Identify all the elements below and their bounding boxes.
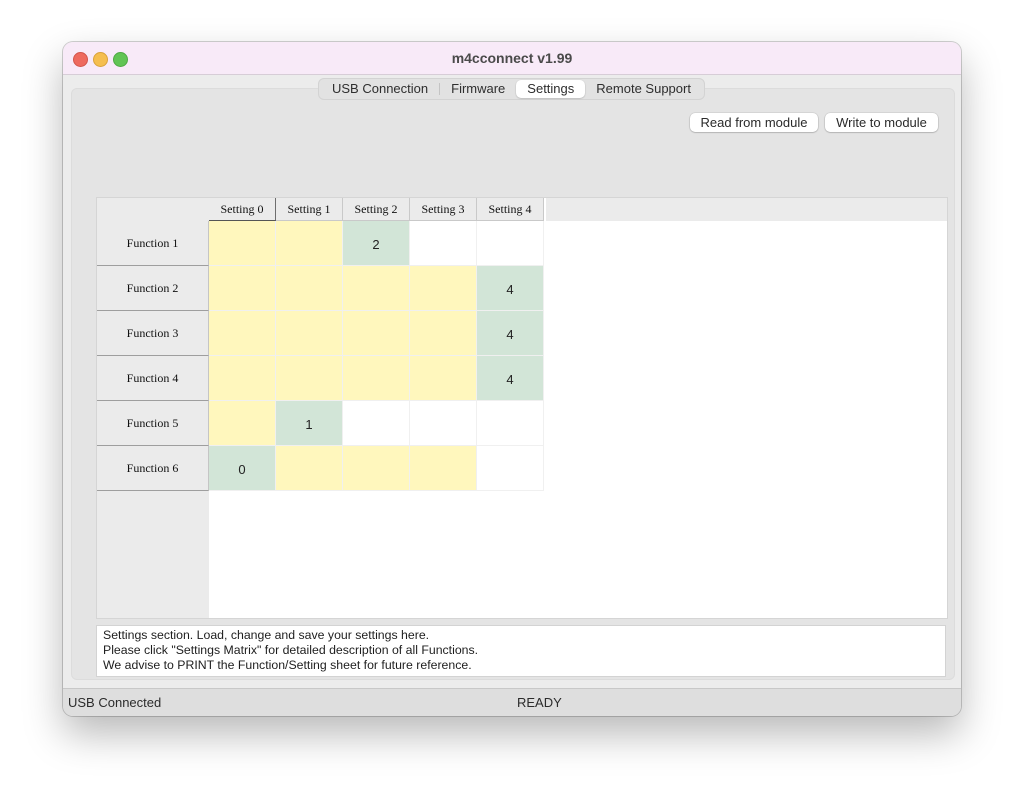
- tab-usb-connection[interactable]: USB Connection: [321, 80, 439, 98]
- matrix-cell-available[interactable]: [209, 401, 276, 446]
- tab-remote-support[interactable]: Remote Support: [585, 80, 702, 98]
- app-window: m4cconnect v1.99 USB Connection Firmware…: [63, 42, 961, 716]
- matrix-cell-available[interactable]: [410, 266, 477, 311]
- column-header[interactable]: Setting 1: [276, 198, 343, 221]
- matrix-cell-selected[interactable]: 2: [343, 221, 410, 266]
- window-title: m4cconnect v1.99: [451, 50, 573, 66]
- matrix-cell-available[interactable]: [343, 356, 410, 401]
- matrix-cell-available[interactable]: [343, 311, 410, 356]
- matrix-cell-selected[interactable]: 0: [209, 446, 276, 491]
- matrix-cell-available[interactable]: [209, 356, 276, 401]
- column-header[interactable]: Setting 2: [343, 198, 410, 221]
- matrix-cell-selected[interactable]: 4: [477, 311, 544, 356]
- status-bar: USB Connected READY: [63, 688, 961, 716]
- matrix-cell-unavailable: [410, 221, 477, 266]
- matrix-cell-available[interactable]: [209, 221, 276, 266]
- settings-matrix-grid: Setting 0 Setting 1 Setting 2 Setting 3 Sett…: [96, 197, 948, 619]
- row-header[interactable]: Function 5: [97, 401, 209, 446]
- ready-status: READY: [517, 695, 562, 710]
- matrix-cell-available[interactable]: [276, 266, 343, 311]
- matrix-cell-available[interactable]: [209, 266, 276, 311]
- header-filler: [546, 198, 947, 221]
- row-header[interactable]: Function 3: [97, 311, 209, 356]
- row-header[interactable]: Function 2: [97, 266, 209, 311]
- matrix-cell-available[interactable]: [410, 446, 477, 491]
- matrix-cell-selected[interactable]: 4: [477, 266, 544, 311]
- row-header-filler: [97, 491, 209, 618]
- matrix-cell-unavailable: [477, 446, 544, 491]
- matrix-cell-available[interactable]: [276, 356, 343, 401]
- info-line: We advise to PRINT the Function/Setting …: [103, 658, 472, 672]
- info-line: Settings section. Load, change and save …: [103, 628, 430, 642]
- tab-bar: USB Connection Firmware Settings Remote …: [318, 78, 705, 100]
- column-header[interactable]: Setting 4: [477, 198, 544, 221]
- matrix-cell-unavailable: [477, 401, 544, 446]
- column-header[interactable]: Setting 0: [209, 198, 277, 221]
- matrix-cell-unavailable: [343, 401, 410, 446]
- settings-panel: Read from module Write to module Setting…: [71, 88, 955, 714]
- matrix-cell-available[interactable]: [276, 311, 343, 356]
- title-bar: m4cconnect v1.99: [63, 42, 961, 75]
- matrix-cell-selected[interactable]: 1: [276, 401, 343, 446]
- matrix-cell-available[interactable]: [410, 311, 477, 356]
- matrix-cell-selected[interactable]: 4: [477, 356, 544, 401]
- info-line: Please click "Settings Matrix" for detai…: [103, 643, 479, 657]
- read-from-module-button[interactable]: Read from module: [690, 113, 818, 132]
- info-text-box: Settings section. Load, change and save …: [96, 625, 946, 677]
- matrix-cell-available[interactable]: [209, 311, 276, 356]
- matrix-cell-available[interactable]: [343, 266, 410, 311]
- row-header[interactable]: Function 4: [97, 356, 209, 401]
- matrix-cell-available[interactable]: [410, 356, 477, 401]
- row-header[interactable]: Function 6: [97, 446, 209, 491]
- write-to-module-button[interactable]: Write to module: [825, 113, 938, 132]
- matrix-cell-available[interactable]: [276, 221, 343, 266]
- matrix-cell-unavailable: [477, 221, 544, 266]
- tab-settings[interactable]: Settings: [516, 80, 586, 98]
- matrix-cell-unavailable: [410, 401, 477, 446]
- column-header[interactable]: Setting 3: [410, 198, 477, 221]
- matrix-cell-available[interactable]: [343, 446, 410, 491]
- row-header[interactable]: Function 1: [97, 221, 209, 266]
- tab-firmware[interactable]: Firmware: [440, 80, 516, 98]
- matrix-cell-available[interactable]: [276, 446, 343, 491]
- connection-status: USB Connected: [68, 695, 162, 710]
- grid-corner: [97, 198, 209, 221]
